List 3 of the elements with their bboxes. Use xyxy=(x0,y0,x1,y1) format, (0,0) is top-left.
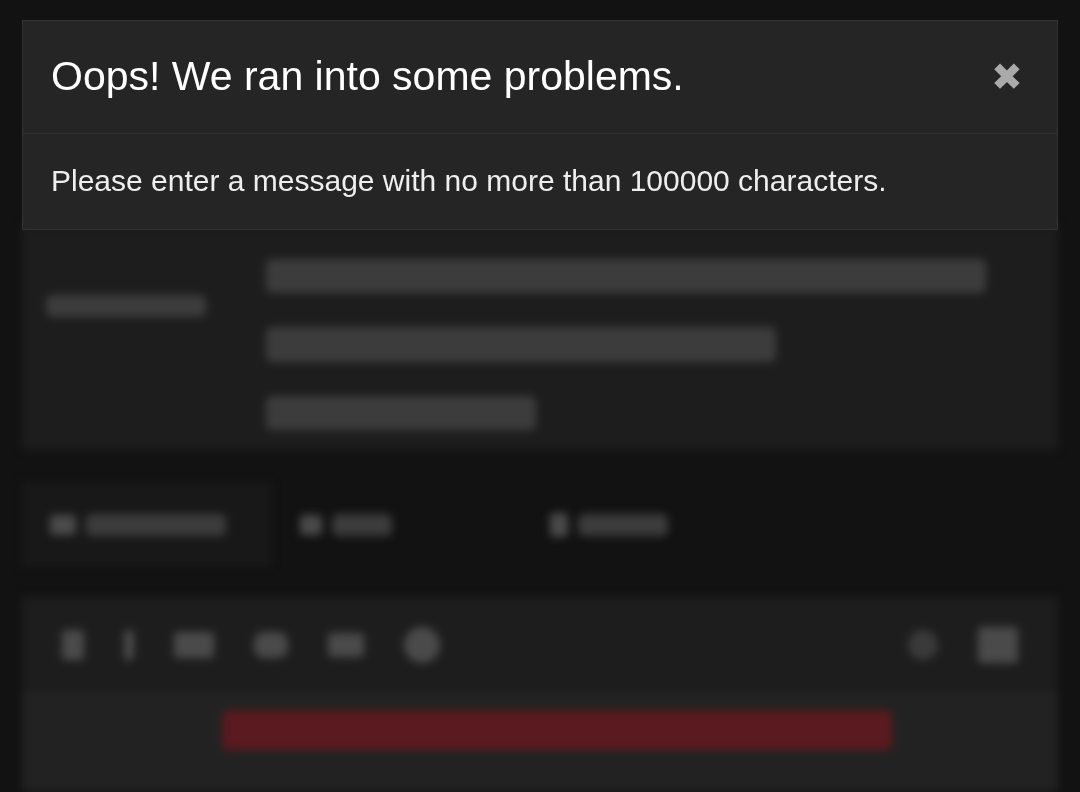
dialog-title: Oops! We ran into some problems. xyxy=(51,52,684,102)
close-button[interactable]: ✖ xyxy=(985,48,1029,106)
error-message: Please enter a message with no more than 100000 characters. xyxy=(50,163,888,199)
